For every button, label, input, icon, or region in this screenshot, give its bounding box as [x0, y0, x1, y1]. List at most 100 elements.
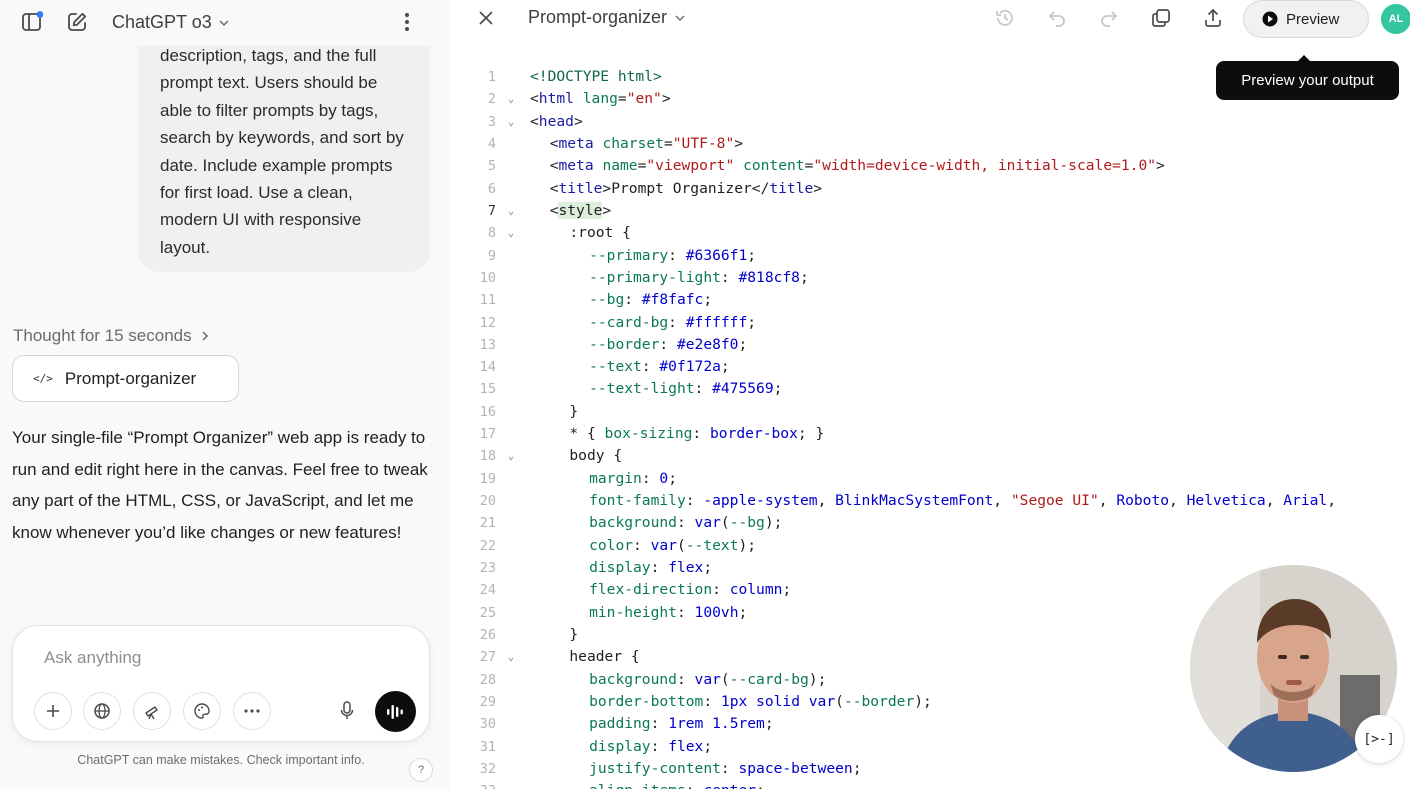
line-number: 17 [479, 426, 496, 443]
code-line[interactable]: 7 ⌄ <style> [450, 200, 1410, 222]
code-text: --text-light: #475569; [589, 378, 782, 400]
code-token: ; [738, 603, 748, 621]
palette-icon [194, 703, 210, 719]
code-line[interactable]: 12 --card-bg: #ffffff; [450, 312, 1410, 334]
code-token: --bg [589, 291, 625, 309]
close-canvas-button[interactable] [474, 6, 498, 30]
camera-toggle-button[interactable]: [>-] [1355, 715, 1403, 763]
canvas-artifact-chip[interactable]: </> Prompt-organizer [12, 355, 239, 402]
code-line[interactable]: 10 --primary-light: #818cf8; [450, 267, 1410, 289]
composer-input[interactable]: Ask anything [44, 648, 141, 668]
code-token: ; [773, 380, 783, 398]
code-token: : [641, 358, 660, 376]
fold-chevron-icon[interactable]: ⌄ [504, 200, 518, 222]
line-number: 20 [479, 493, 496, 510]
model-selector[interactable]: ChatGPT o3 [112, 8, 230, 36]
code-line[interactable]: 11 --bg: #f8fafc; [450, 289, 1410, 311]
more-options-icon[interactable] [394, 6, 420, 38]
code-line[interactable]: 17 * { box-sizing: border-box; } [450, 423, 1410, 445]
code-token: -apple-system [703, 492, 818, 510]
line-number: 3 [487, 113, 496, 130]
code-line[interactable]: 14 --text: #0f172a; [450, 356, 1410, 378]
avatar[interactable]: AL [1379, 2, 1410, 36]
preview-button[interactable]: Preview [1243, 0, 1369, 38]
code-token: border-bottom [589, 692, 704, 710]
chevron-down-icon [675, 14, 685, 21]
undo-button[interactable] [1043, 4, 1071, 32]
code-line[interactable]: 15 --text-light: #475569; [450, 378, 1410, 400]
code-token: "UTF-8" [672, 134, 735, 152]
code-line[interactable]: 3 ⌄ <head> [450, 111, 1410, 133]
code-line[interactable]: 20 font-family: -apple-system, BlinkMacSy… [450, 490, 1410, 512]
deep-research-button[interactable] [133, 692, 171, 730]
web-search-button[interactable] [83, 692, 121, 730]
code-token: #818cf8 [738, 268, 800, 286]
code-line[interactable]: 8 ⌄:root { [450, 222, 1410, 244]
version-history-button[interactable] [991, 4, 1019, 32]
code-text: flex-direction: column; [589, 579, 791, 601]
code-line[interactable]: 21 background: var(--bg); [450, 512, 1410, 534]
line-number: 19 [479, 470, 496, 487]
fold-chevron-icon[interactable]: ⌄ [504, 445, 518, 467]
code-line[interactable]: 33 align-items: center; [450, 780, 1410, 789]
code-line[interactable]: 9 --primary: #6366f1; [450, 245, 1410, 267]
code-line[interactable]: 4 <meta charset="UTF-8"> [450, 133, 1410, 155]
line-number: 4 [487, 135, 496, 152]
code-token: content [743, 157, 805, 175]
thought-toggle[interactable]: Thought for 15 seconds [13, 326, 210, 346]
more-tools-button[interactable] [233, 692, 271, 730]
code-line[interactable]: 13 --border: #e2e8f0; [450, 334, 1410, 356]
code-text: background: var(--card-bg); [589, 669, 826, 691]
code-token: ; [703, 559, 713, 577]
code-token: ; } [797, 425, 825, 443]
code-token: 1px solid var [720, 692, 836, 710]
code-line[interactable]: 6 <title>Prompt Organizer</title> [450, 178, 1410, 200]
code-token: , [1098, 492, 1117, 510]
code-token: ; [756, 782, 765, 789]
fold-chevron-icon[interactable]: ⌄ [504, 646, 518, 668]
code-token: body { [569, 447, 623, 465]
fold-chevron-icon[interactable]: ⌄ [504, 222, 518, 244]
code-token: #f8fafc [641, 291, 704, 309]
line-number: 10 [479, 269, 496, 286]
fold-chevron-icon[interactable]: ⌄ [504, 111, 518, 133]
code-token: : [712, 581, 730, 599]
code-line[interactable]: 16} [450, 401, 1410, 423]
help-button[interactable]: ? [409, 758, 433, 782]
sidebar-toggle-icon[interactable] [16, 6, 48, 38]
code-token: background [589, 514, 677, 532]
dictate-button[interactable] [331, 695, 363, 727]
fold-chevron-icon[interactable]: ⌄ [504, 88, 518, 110]
code-line[interactable]: 22 color: var(--text); [450, 535, 1410, 557]
chevron-down-icon [219, 20, 229, 27]
voice-mode-button[interactable] [375, 691, 416, 732]
code-token: : [650, 715, 669, 733]
code-token: ; [782, 581, 792, 599]
code-token: : [703, 692, 721, 710]
share-button[interactable] [1199, 4, 1227, 32]
avatar-initials: AL [1388, 13, 1404, 25]
code-token: flex [668, 737, 704, 755]
redo-button[interactable] [1095, 4, 1123, 32]
code-token: "en" [626, 90, 662, 108]
add-attachment-button[interactable] [34, 692, 72, 730]
code-text: --text: #0f172a; [589, 356, 730, 378]
canvas-title-dropdown[interactable]: Prompt-organizer [528, 7, 686, 28]
code-token: ); [738, 536, 757, 554]
code-token: > [661, 90, 671, 108]
code-line[interactable]: 5 <meta name="viewport" content="width=de… [450, 155, 1410, 177]
line-number: 21 [479, 515, 496, 532]
code-text: margin: 0; [589, 468, 677, 490]
copy-button[interactable] [1147, 4, 1175, 32]
code-text: min-height: 100vh; [589, 602, 747, 624]
preview-tooltip: Preview your output [1216, 55, 1399, 100]
new-chat-icon[interactable] [62, 6, 92, 38]
code-line[interactable]: 19 margin: 0; [450, 468, 1410, 490]
code-token: : [668, 246, 686, 264]
create-image-button[interactable] [183, 692, 221, 730]
code-token: --text [685, 536, 739, 554]
code-token: justify-content [589, 759, 721, 777]
code-text: <meta charset="UTF-8"> [550, 133, 743, 155]
canvas-title: Prompt-organizer [528, 7, 668, 27]
code-line[interactable]: 18 ⌄ body { [450, 445, 1410, 467]
